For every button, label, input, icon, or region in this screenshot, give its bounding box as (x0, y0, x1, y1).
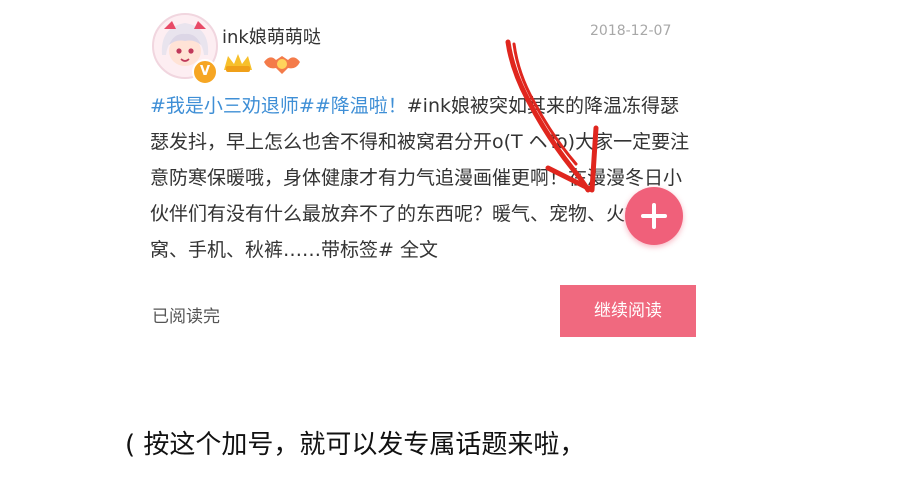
post-username[interactable]: ink娘萌萌哒 (222, 23, 321, 49)
add-topic-button[interactable] (625, 187, 683, 245)
medal-badge-icon (264, 56, 300, 74)
continue-reading-button[interactable]: 继续阅读 (560, 285, 696, 337)
topic-link-cooling[interactable]: #降温啦！ (315, 95, 407, 117)
annotation-caption: ( 按这个加号，就可以发专属话题来啦， (125, 430, 586, 460)
screenshot-page: V ink娘萌萌哒 2018-12-07 #我是小三劝退师##降温啦！#ink娘… (0, 0, 900, 480)
vip-level-badge-icon (224, 54, 252, 72)
plus-icon (641, 203, 667, 229)
post-body: #我是小三劝退师##降温啦！#ink娘被突如其来的降温冻得瑟瑟发抖，早上怎么也舍… (150, 88, 690, 284)
post-body-line-1: #ink娘被突如其来的降温冻 (406, 95, 642, 117)
read-complete-label: 已阅读完 (152, 307, 220, 327)
topic-link-teacher[interactable]: #我是小三劝退师# (150, 95, 315, 117)
verified-badge-icon: V (192, 59, 218, 85)
post-date: 2018-12-07 (590, 23, 672, 39)
post-body-text: 得瑟瑟发抖，早上怎么也舍不得和被窝君分开o(T ヘTo)大家一定要注意防寒保暖哦… (150, 95, 690, 261)
